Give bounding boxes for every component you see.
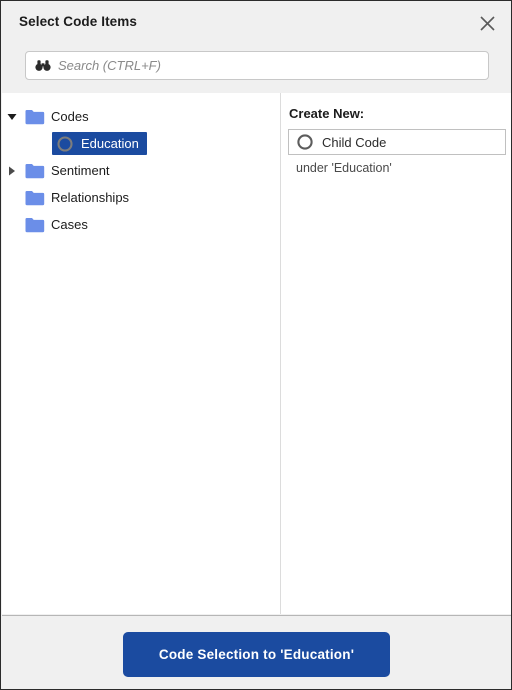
close-icon (479, 15, 496, 32)
dialog-body: Codes Education Sentiment Relationships Case… (2, 93, 511, 614)
code-selection-button[interactable]: Code Selection to 'Education' (123, 632, 390, 677)
create-under-label: under 'Education' (296, 161, 392, 175)
folder-icon (25, 188, 45, 208)
tree-row[interactable]: Cases (2, 211, 280, 238)
create-new-heading: Create New: (289, 106, 365, 121)
dialog-header: Select Code Items (2, 1, 511, 93)
tree-item-label: Codes (51, 109, 89, 124)
tree-row[interactable]: Codes (2, 103, 280, 130)
chevron-down-icon[interactable] (2, 103, 22, 130)
tree-row[interactable]: Education (2, 130, 280, 157)
close-button[interactable] (472, 9, 502, 37)
tree-twisty-placeholder (2, 211, 22, 238)
tree-twisty-placeholder (2, 184, 22, 211)
code-circle-icon (296, 133, 314, 151)
tree-item-education[interactable]: Education (52, 132, 147, 155)
tree-item-codes[interactable]: Codes (22, 105, 97, 128)
tree-item-label: Sentiment (51, 163, 110, 178)
search-input[interactable] (58, 55, 488, 76)
tree-row[interactable]: Relationships (2, 184, 280, 211)
tree-item-cases[interactable]: Cases (22, 213, 96, 236)
tree-item-sentiment[interactable]: Sentiment (22, 159, 118, 182)
folder-icon (25, 215, 45, 235)
tree-item-relationships[interactable]: Relationships (22, 186, 137, 209)
tree-row[interactable]: Sentiment (2, 157, 280, 184)
search-field[interactable] (25, 51, 489, 80)
dialog-title: Select Code Items (19, 14, 137, 29)
tree-twisty-placeholder (32, 130, 52, 157)
dialog-footer: Code Selection to 'Education' (2, 615, 511, 689)
select-code-items-dialog: Select Code Items C (0, 0, 512, 690)
chevron-right-icon[interactable] (2, 157, 22, 184)
folder-icon (25, 107, 45, 127)
tree-item-label: Relationships (51, 190, 130, 205)
tree-item-label: Cases (51, 217, 88, 232)
create-new-panel: Create New: Child Code under 'Education' (282, 93, 511, 614)
folder-icon (25, 161, 45, 181)
code-tree: Codes Education Sentiment Relationships Case… (2, 103, 280, 238)
binoculars-icon (35, 58, 51, 74)
code-circle-icon (55, 134, 75, 154)
create-child-code-button[interactable]: Child Code (288, 129, 506, 155)
create-child-code-label: Child Code (322, 134, 387, 150)
code-tree-panel: Codes Education Sentiment Relationships Case… (2, 93, 281, 614)
tree-item-label: Education (81, 136, 139, 151)
